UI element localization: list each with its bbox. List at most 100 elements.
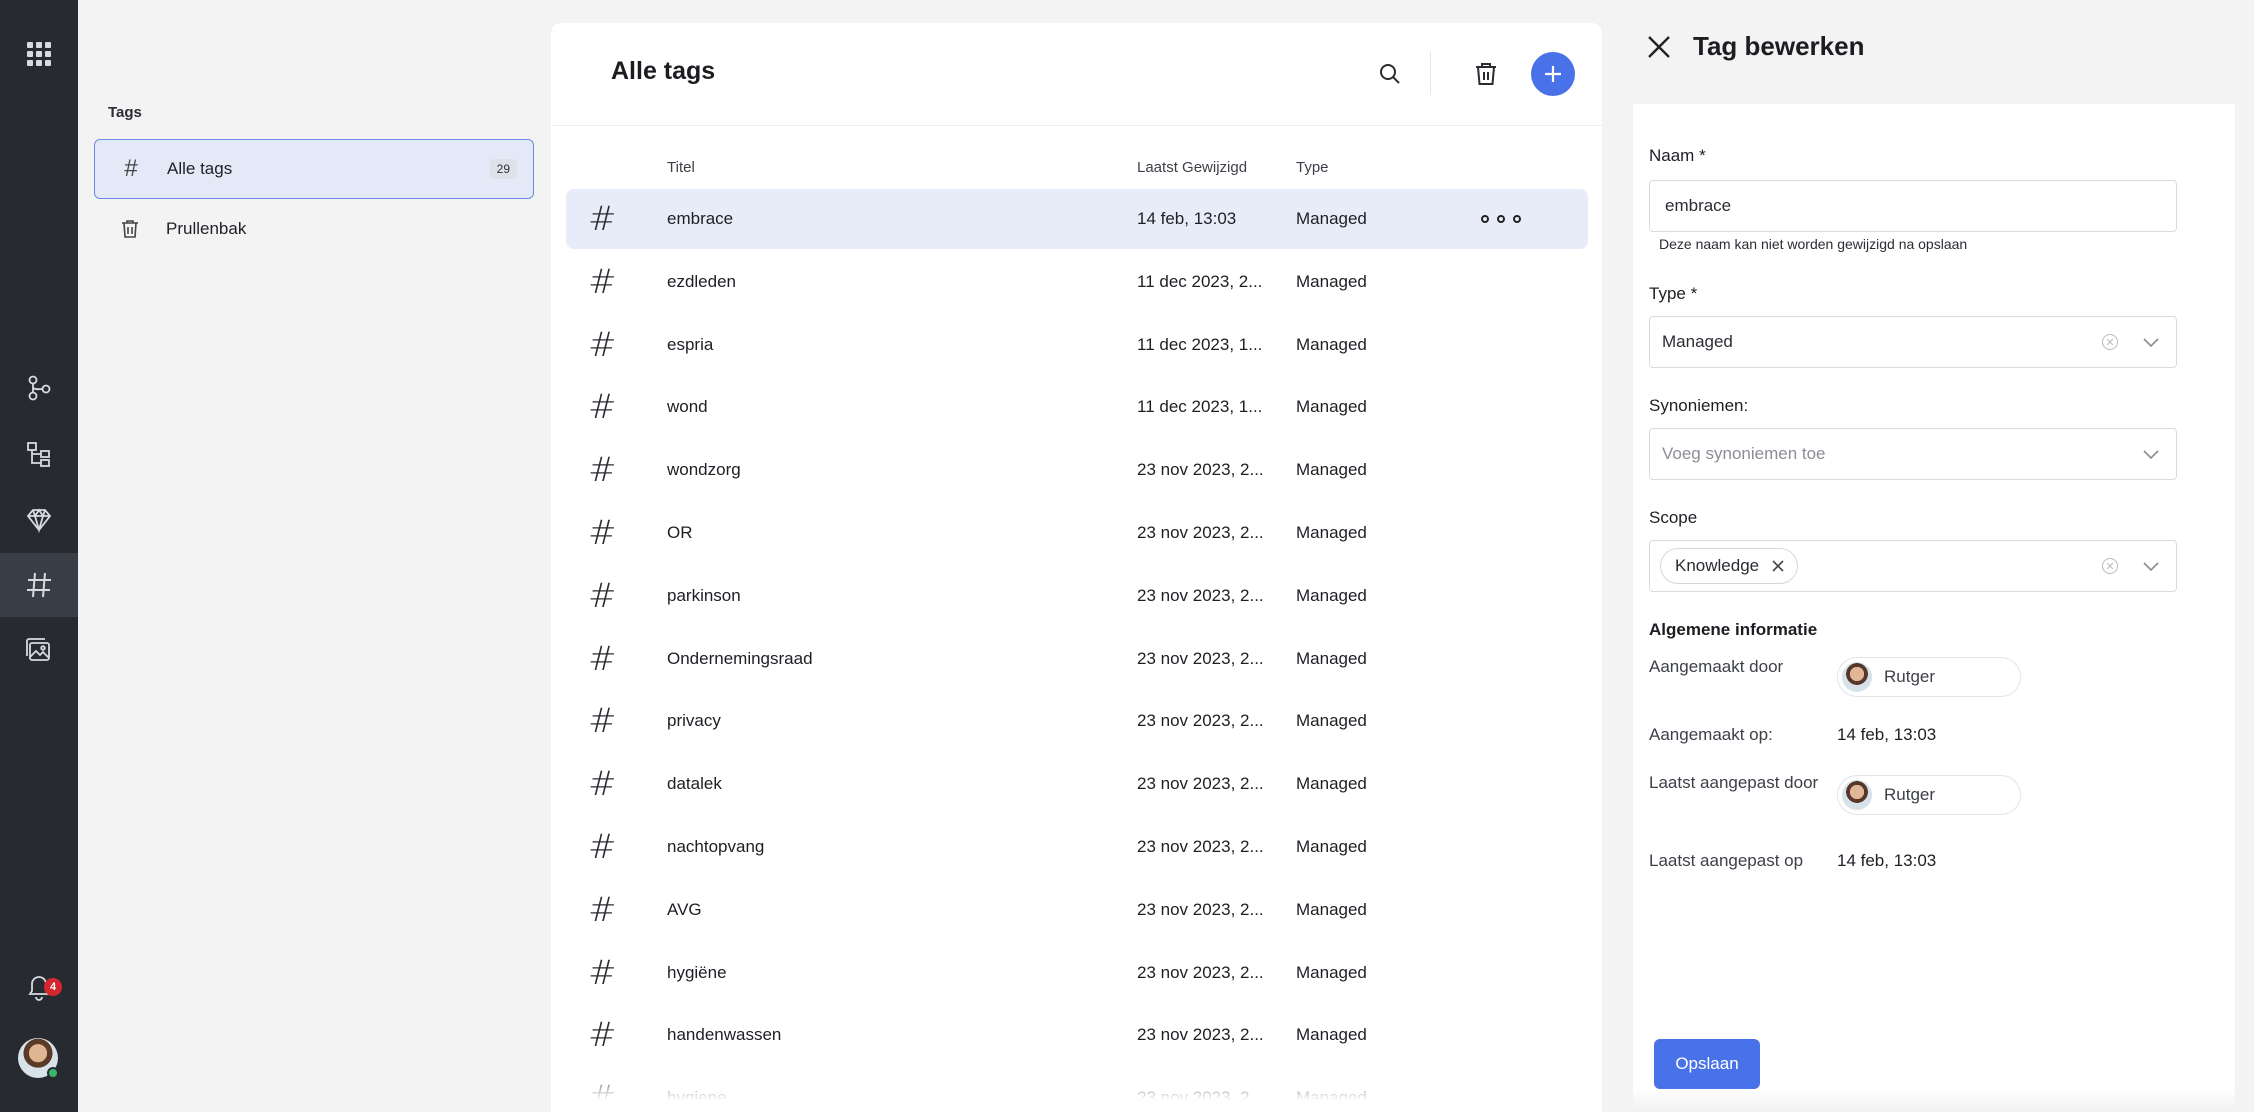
search-icon[interactable] (1369, 53, 1411, 95)
tag-modified: 11 dec 2023, 1... (1137, 334, 1263, 354)
modified-by-user[interactable]: Rutger (1837, 775, 2021, 815)
synonyms-input[interactable]: Voeg synoniemen toe (1649, 428, 2177, 480)
column-header-type[interactable]: Type (1296, 159, 1329, 176)
tag-title: ezdleden (667, 271, 737, 291)
tag-type: Managed (1296, 1025, 1367, 1045)
tag-title: parkinson (667, 585, 741, 605)
clear-icon[interactable]: ✕ (2102, 334, 2118, 350)
table-row[interactable]: # nachtopvang 23 nov 2023, 2... Managed (566, 817, 1588, 877)
table-row[interactable]: # privacy 23 nov 2023, 2... Managed (566, 691, 1588, 751)
chevron-down-icon[interactable] (2142, 445, 2160, 463)
hash-icon: # (588, 827, 617, 867)
hash-icon: # (588, 261, 617, 302)
delete-trash-icon[interactable] (1465, 53, 1507, 95)
list-fade (551, 1066, 1602, 1112)
notifications-bell-icon[interactable]: 4 (0, 954, 78, 1018)
workflow-icon[interactable] (0, 356, 78, 420)
scope-chip[interactable]: Knowledge (1660, 548, 1799, 584)
tag-type: Managed (1296, 711, 1367, 731)
synonyms-placeholder: Voeg synoniemen toe (1662, 444, 1826, 463)
tag-title: AVG (667, 899, 702, 919)
tag-modified: 23 nov 2023, 2... (1137, 899, 1264, 919)
table-row[interactable]: # espria 11 dec 2023, 1... Managed (566, 315, 1588, 375)
table-row[interactable]: # datalek 23 nov 2023, 2... Managed (566, 754, 1588, 814)
tag-title: Ondernemingsraad (667, 648, 813, 668)
tag-modified: 23 nov 2023, 2... (1137, 1025, 1264, 1045)
hash-icon: # (588, 764, 617, 805)
more-options-icon[interactable] (1481, 207, 1521, 231)
remove-chip-icon[interactable] (1771, 559, 1785, 573)
tag-type: Managed (1296, 774, 1367, 794)
tag-title: wondzorg (667, 460, 741, 480)
scope-select[interactable]: Knowledge ✕ (1649, 540, 2177, 592)
table-row[interactable]: # hygiëne 23 nov 2023, 2... Managed (566, 943, 1588, 1003)
tag-type: Managed (1296, 837, 1367, 856)
hash-icon: # (588, 638, 617, 679)
save-button[interactable]: Opslaan (1654, 1039, 1760, 1089)
hash-icon: # (588, 324, 617, 365)
type-select[interactable]: Managed ✕ (1649, 316, 2177, 368)
modified-on-value: 14 feb, 13:03 (1837, 851, 1937, 870)
general-info-heading: Algemene informatie (1649, 620, 1818, 639)
scope-label: Scope (1649, 508, 1698, 527)
panel-title: Tag bewerken (1693, 31, 1865, 61)
close-icon[interactable] (1642, 30, 1676, 64)
toolbar-divider (1430, 51, 1431, 95)
sidebar-item-trash[interactable]: Prullenbak (94, 199, 534, 259)
online-status-dot (47, 1067, 59, 1079)
tag-title: datalek (667, 774, 722, 794)
tag-type: Managed (1296, 460, 1367, 480)
apps-grid-icon[interactable] (0, 22, 78, 86)
table-row[interactable]: # wond 11 dec 2023, 1... Managed (566, 377, 1588, 437)
page-title: Alle tags (611, 57, 716, 85)
chevron-down-icon[interactable] (2142, 557, 2160, 575)
column-header-modified[interactable]: Laatst Gewijzigd (1137, 159, 1247, 176)
modified-on-label: Laatst aangepast op (1649, 851, 1804, 870)
hash-icon: # (588, 1015, 617, 1056)
diamond-icon[interactable] (0, 488, 78, 552)
clear-icon[interactable]: ✕ (2102, 558, 2118, 574)
tag-title: privacy (667, 711, 721, 731)
trash-icon (94, 219, 166, 239)
name-hint: Deze naam kan niet worden gewijzigd na o… (1659, 236, 1968, 252)
name-label: Naam * (1649, 146, 1706, 165)
table-row[interactable]: # OR 23 nov 2023, 2... Managed (566, 503, 1588, 563)
sidebar-item-all-tags[interactable]: # Alle tags 29 (94, 139, 534, 199)
modified-by-label: Laatst aangepast door (1649, 773, 1819, 792)
table-row[interactable]: # ezdleden 11 dec 2023, 2... Managed (566, 252, 1588, 312)
tag-count-badge: 29 (489, 159, 517, 179)
user-avatar[interactable] (18, 1038, 59, 1079)
hash-icon: # (588, 701, 617, 742)
add-tag-button[interactable] (1531, 52, 1575, 96)
table-row[interactable]: # AVG 23 nov 2023, 2... Managed (566, 880, 1588, 940)
avatar (1842, 662, 1872, 692)
hash-icon: # (588, 199, 617, 239)
sidebar-item-label: Alle tags (167, 159, 233, 178)
created-on-label: Aangemaakt op: (1649, 725, 1773, 744)
column-header-title[interactable]: Titel (667, 159, 695, 176)
created-by-user[interactable]: Rutger (1837, 657, 2021, 697)
table-row[interactable]: # Ondernemingsraad 23 nov 2023, 2... Manage… (566, 629, 1588, 689)
tags-hash-icon[interactable] (0, 553, 78, 617)
plus-icon (1545, 66, 1561, 82)
tag-title: espria (667, 334, 714, 354)
table-row[interactable]: # parkinson 23 nov 2023, 2... Managed (566, 566, 1588, 626)
tag-type: Managed (1296, 648, 1367, 668)
table-row[interactable]: # handenwassen 23 nov 2023, 2... Managed (566, 1005, 1588, 1065)
hash-icon: # (124, 155, 138, 182)
table-row[interactable]: # wondzorg 23 nov 2023, 2... Managed (566, 440, 1588, 500)
name-value: embrace (1665, 196, 1732, 215)
chevron-down-icon[interactable] (2142, 333, 2160, 351)
tag-modified: 23 nov 2023, 2... (1137, 962, 1264, 982)
created-by-label: Aangemaakt door (1649, 657, 1784, 676)
name-field[interactable]: embrace (1649, 180, 2177, 232)
media-gallery-icon[interactable] (0, 618, 78, 682)
tag-type: Managed (1296, 209, 1367, 228)
created-on-value: 14 feb, 13:03 (1837, 725, 1937, 744)
modified-by-name: Rutger (1884, 785, 1936, 804)
hash-icon: # (588, 952, 617, 993)
tag-modified: 11 dec 2023, 1... (1137, 397, 1263, 417)
structure-icon[interactable] (0, 422, 78, 486)
tag-type: Managed (1296, 962, 1367, 982)
table-row[interactable]: # embrace 14 feb, 13:03 Managed (566, 189, 1588, 249)
